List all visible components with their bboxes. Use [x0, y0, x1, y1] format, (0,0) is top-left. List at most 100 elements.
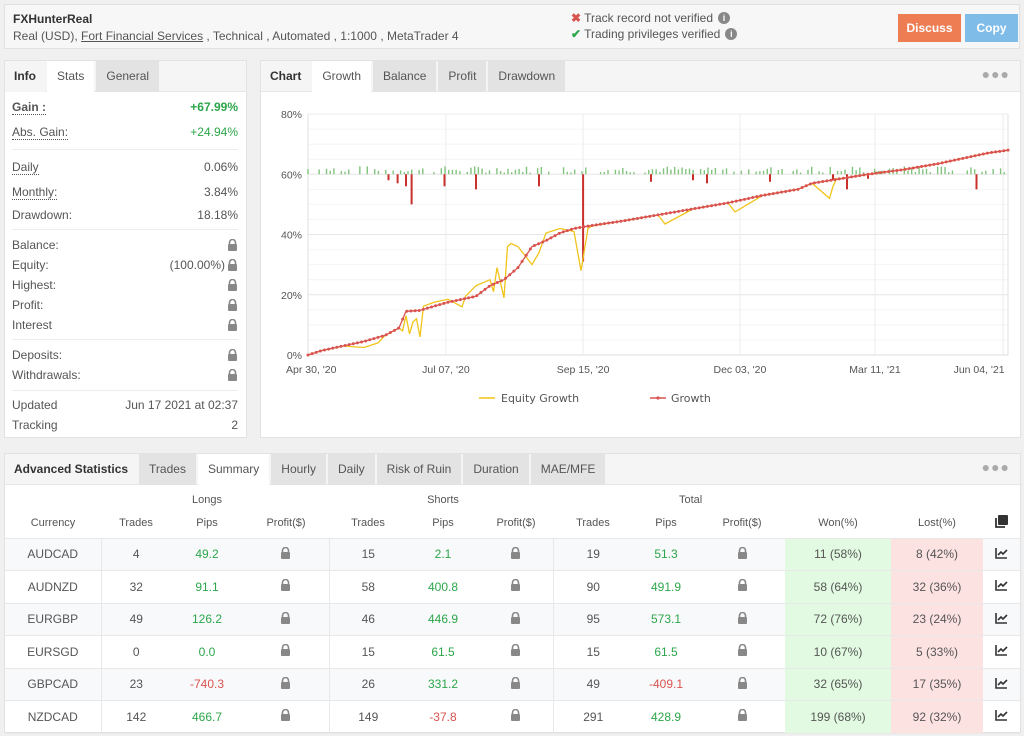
y-tick-label: 40% — [281, 230, 302, 242]
copy-button[interactable]: Copy — [965, 14, 1018, 42]
monthly-label[interactable]: Monthly: — [12, 184, 58, 200]
col-won[interactable]: Won(%) — [785, 508, 891, 539]
row-chart-button[interactable] — [983, 668, 1020, 701]
legend-equity-growth[interactable]: Equity Growth — [479, 392, 579, 405]
growth-point — [570, 227, 574, 231]
tab-duration[interactable]: Duration — [463, 454, 529, 485]
won-cell: 32 (65%) — [785, 668, 891, 701]
abs-gain-label[interactable]: Abs. Gain: — [12, 124, 69, 140]
growth-point — [957, 157, 961, 161]
legend-growth-marker — [656, 396, 660, 400]
tab-general[interactable]: General — [96, 61, 160, 92]
profit-bar — [522, 171, 524, 175]
growth-point — [660, 212, 664, 216]
col-short-trades[interactable]: Trades — [329, 508, 407, 539]
growth-point — [734, 199, 738, 203]
growth-point — [360, 340, 364, 344]
profit-bar — [677, 169, 680, 175]
account-name: FXHunterReal — [13, 12, 93, 26]
copy-table-button[interactable] — [983, 508, 1020, 539]
track-record-status: ✖ Track record not verified i — [571, 11, 730, 25]
tab-growth[interactable]: Growth — [312, 61, 372, 93]
daily-label[interactable]: Daily — [12, 159, 39, 175]
tab-daily[interactable]: Daily — [327, 454, 375, 485]
tab-risk-of-ruin[interactable]: Risk of Ruin — [376, 454, 462, 485]
growth-point — [475, 294, 479, 298]
total-profit-cell — [699, 700, 785, 734]
gain-label[interactable]: Gain : — [12, 99, 47, 115]
info-icon[interactable]: i — [725, 28, 738, 40]
profit-label: Profit: — [12, 298, 44, 312]
loss-bar — [769, 174, 771, 182]
row-chart-button[interactable] — [983, 603, 1020, 636]
col-long-pips[interactable]: Pips — [171, 508, 243, 539]
growth-point — [845, 176, 849, 180]
row-chart-button[interactable] — [983, 700, 1020, 734]
growth-point — [821, 180, 825, 184]
tab-hourly[interactable]: Hourly — [271, 454, 326, 485]
growth-point — [635, 216, 639, 220]
growth-point — [602, 222, 606, 226]
tab-stats[interactable]: Stats — [47, 61, 95, 93]
profit-bar — [992, 168, 994, 175]
row-chart-button[interactable] — [983, 635, 1020, 669]
short-trades-cell: 46 — [328, 603, 407, 636]
profit-bar — [829, 167, 831, 175]
col-total-pips[interactable]: Pips — [633, 508, 699, 539]
profit-bar — [333, 168, 335, 175]
col-lost[interactable]: Lost(%) — [891, 508, 983, 539]
profit-bar — [529, 172, 531, 175]
col-short-profit[interactable]: Profit($) — [479, 508, 553, 539]
profit-bar — [407, 171, 409, 175]
col-total-trades[interactable]: Trades — [553, 508, 633, 539]
long-profit-cell — [243, 570, 329, 604]
long-pips-cell: 49.2 — [171, 538, 243, 571]
profit-bar — [307, 169, 309, 175]
discuss-button[interactable]: Discuss — [898, 14, 961, 42]
broker-link[interactable]: Fort Financial Services — [81, 29, 203, 43]
growth-point — [825, 179, 829, 183]
abs-gain-value: +24.94% — [190, 125, 238, 139]
row-chart-button[interactable] — [983, 538, 1020, 571]
trading-privileges-status: ✔ Trading privileges verified i — [571, 27, 738, 41]
col-currency[interactable]: Currency — [5, 508, 101, 539]
growth-point — [903, 167, 907, 171]
col-long-trades[interactable]: Trades — [101, 508, 171, 539]
tab-profit[interactable]: Profit — [438, 61, 487, 92]
growth-point — [454, 299, 458, 303]
divider — [12, 149, 238, 150]
profit-bar — [792, 171, 794, 175]
profit-row: Profit: — [12, 297, 238, 313]
growth-point — [611, 220, 615, 224]
growth-point — [397, 326, 401, 330]
tab-mae-mfe[interactable]: MAE/MFE — [530, 454, 606, 485]
col-total-profit[interactable]: Profit($) — [699, 508, 785, 539]
more-options-icon[interactable]: ●●● — [982, 66, 1010, 82]
info-icon[interactable]: i — [718, 12, 730, 24]
more-options-icon[interactable]: ●●● — [982, 459, 1010, 475]
row-chart-button[interactable] — [983, 570, 1020, 604]
tab-summary[interactable]: Summary — [197, 454, 270, 486]
tab-balance[interactable]: Balance — [373, 61, 437, 92]
profit-bar — [348, 169, 350, 175]
growth-point — [796, 187, 800, 191]
growth-point — [878, 171, 882, 175]
drawdown-value: 18.18% — [197, 208, 238, 222]
legend-growth[interactable]: Growth — [650, 392, 711, 405]
col-long-profit[interactable]: Profit($) — [243, 508, 329, 539]
lock-icon — [281, 611, 291, 624]
growth-point — [981, 152, 985, 156]
tab-info[interactable]: Info — [5, 61, 45, 92]
tab-trades[interactable]: Trades — [139, 454, 196, 485]
profit-bar — [625, 170, 628, 175]
tab-drawdown[interactable]: Drawdown — [488, 61, 566, 92]
long-trades-cell: 4 — [100, 538, 171, 571]
growth-point — [866, 172, 870, 176]
currency-cell: AUDCAD — [5, 538, 101, 571]
lock-icon — [281, 644, 291, 657]
y-tick-label: 20% — [281, 290, 302, 302]
check-icon: ✔ — [571, 27, 582, 41]
growth-point — [508, 273, 512, 277]
col-short-pips[interactable]: Pips — [407, 508, 479, 539]
profit-bar — [325, 168, 328, 175]
